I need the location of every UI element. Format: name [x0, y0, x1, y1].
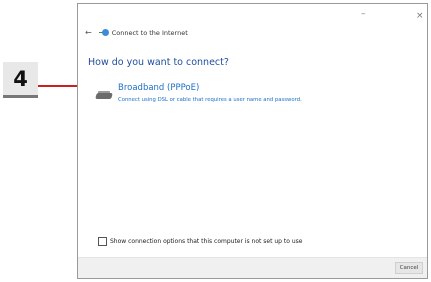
modem-icon [95, 90, 113, 100]
close-button[interactable]: × [416, 12, 424, 21]
checkbox-label[interactable]: Show connection options that this comput… [110, 238, 302, 245]
connect-wizard-window: – × ← Connect to the Internet How do you… [77, 3, 428, 279]
back-arrow-icon[interactable]: ← [85, 28, 92, 37]
page-heading: How do you want to connect? [88, 57, 229, 68]
show-options-checkbox-row[interactable]: Show connection options that this comput… [98, 237, 302, 246]
globe-network-icon [98, 29, 109, 36]
minimize-button[interactable]: – [361, 10, 366, 19]
cancel-button[interactable]: Cancel [395, 262, 423, 274]
wizard-title: Connect to the Internet [111, 28, 188, 37]
step-callout-badge: 4 [3, 62, 38, 98]
option-description: Connect using DSL or cable that requires… [118, 97, 302, 103]
broadband-pppoe-option[interactable]: Broadband (PPPoE) Connect using DSL or c… [95, 82, 416, 108]
wizard-footer: Cancel [78, 257, 427, 278]
option-title[interactable]: Broadband (PPPoE) [118, 83, 199, 93]
screenshot: 4 – × ← Connect to the Internet How do y… [0, 0, 431, 282]
show-options-checkbox[interactable] [98, 237, 107, 246]
wizard-header: ← Connect to the Internet [85, 28, 188, 37]
step-number: 4 [13, 66, 28, 91]
